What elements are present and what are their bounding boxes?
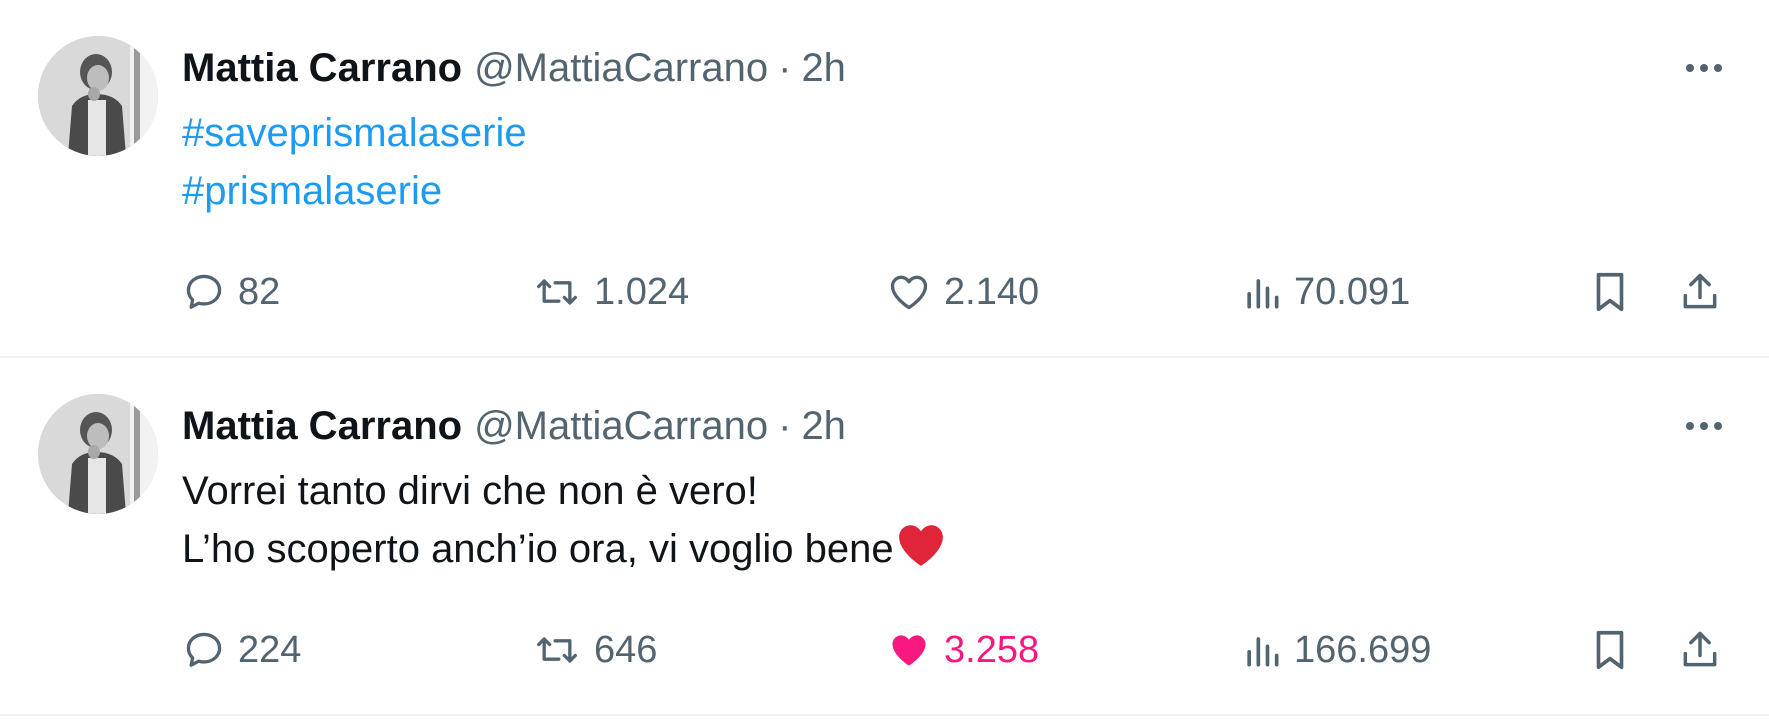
like-count: 2.140 bbox=[944, 270, 1040, 313]
views-count: 166.699 bbox=[1294, 628, 1432, 671]
author-name[interactable]: Mattia Carrano bbox=[182, 46, 462, 91]
retweet-count: 1.024 bbox=[594, 270, 690, 313]
like-count: 3.258 bbox=[944, 628, 1040, 671]
reply-button[interactable]: 82 bbox=[182, 262, 280, 322]
author-handle[interactable]: @MattiaCarrano bbox=[474, 46, 768, 91]
share-button[interactable] bbox=[1678, 620, 1722, 680]
avatar[interactable] bbox=[38, 394, 158, 514]
reply-count: 224 bbox=[238, 628, 302, 671]
like-button[interactable]: 2.140 bbox=[886, 262, 1039, 322]
tweet-actions: 224 646 3.258 166.699 bbox=[182, 620, 1732, 680]
tweet-feed: Mattia Carrano @MattiaCarrano · 2h #save… bbox=[0, 0, 1769, 720]
heart-filled-icon bbox=[892, 635, 926, 666]
retweet-button[interactable]: 1.024 bbox=[532, 262, 689, 322]
tweet-actions: 82 1.024 2.140 70.091 bbox=[182, 262, 1732, 322]
tweet-line-text: L’ho scoperto anch’io ora, vi voglio ben… bbox=[182, 527, 894, 571]
hashtag-link[interactable]: #prismalaserie bbox=[182, 162, 527, 220]
tweet[interactable]: Mattia Carrano @MattiaCarrano · 2h #save… bbox=[0, 0, 1769, 358]
more-icon[interactable] bbox=[1679, 48, 1729, 88]
share-icon bbox=[1683, 631, 1717, 667]
retweet-icon bbox=[537, 279, 577, 305]
timestamp[interactable]: 2h bbox=[801, 404, 846, 449]
avatar-image bbox=[38, 394, 158, 514]
retweet-icon bbox=[537, 637, 577, 663]
share-button[interactable] bbox=[1678, 262, 1722, 322]
retweet-count: 646 bbox=[594, 628, 658, 671]
bookmark-button[interactable] bbox=[1590, 262, 1630, 322]
tweet-header: Mattia Carrano @MattiaCarrano · 2h bbox=[182, 40, 846, 96]
red-heart-icon bbox=[898, 525, 943, 566]
reply-count: 82 bbox=[238, 270, 281, 313]
views-button[interactable]: 70.091 bbox=[1242, 262, 1410, 322]
views-icon bbox=[1247, 279, 1279, 309]
tweet-line: L’ho scoperto anch’io ora, vi voglio ben… bbox=[182, 520, 946, 578]
separator: · bbox=[778, 403, 792, 448]
tweet[interactable]: Mattia Carrano @MattiaCarrano · 2h Vorre… bbox=[0, 358, 1769, 716]
more-icon[interactable] bbox=[1679, 406, 1729, 446]
avatar-image bbox=[38, 36, 158, 156]
like-button[interactable]: 3.258 bbox=[886, 620, 1039, 680]
views-button[interactable]: 166.699 bbox=[1242, 620, 1431, 680]
views-count: 70.091 bbox=[1294, 270, 1411, 313]
heart-icon bbox=[890, 275, 928, 310]
timestamp[interactable]: 2h bbox=[801, 46, 846, 91]
reply-button[interactable]: 224 bbox=[182, 620, 301, 680]
share-icon bbox=[1683, 273, 1717, 309]
bookmark-icon bbox=[1596, 630, 1624, 670]
tweet-line: Vorrei tanto dirvi che non è vero! bbox=[182, 462, 946, 520]
tweet-text: #saveprismalaserie #prismalaserie bbox=[182, 104, 527, 220]
reply-icon bbox=[186, 274, 222, 309]
reply-icon bbox=[186, 632, 222, 667]
author-handle[interactable]: @MattiaCarrano bbox=[474, 404, 768, 449]
separator: · bbox=[778, 45, 792, 90]
tweet-line-text: Vorrei tanto dirvi che non è vero! bbox=[182, 469, 758, 513]
tweet-text: Vorrei tanto dirvi che non è vero! L’ho … bbox=[182, 462, 946, 578]
author-name[interactable]: Mattia Carrano bbox=[182, 404, 462, 449]
views-icon bbox=[1247, 637, 1279, 667]
retweet-button[interactable]: 646 bbox=[532, 620, 657, 680]
bookmark-button[interactable] bbox=[1590, 620, 1630, 680]
hashtag-link[interactable]: #saveprismalaserie bbox=[182, 104, 527, 162]
tweet-header: Mattia Carrano @MattiaCarrano · 2h bbox=[182, 398, 846, 454]
avatar[interactable] bbox=[38, 36, 158, 156]
bookmark-icon bbox=[1596, 272, 1624, 312]
